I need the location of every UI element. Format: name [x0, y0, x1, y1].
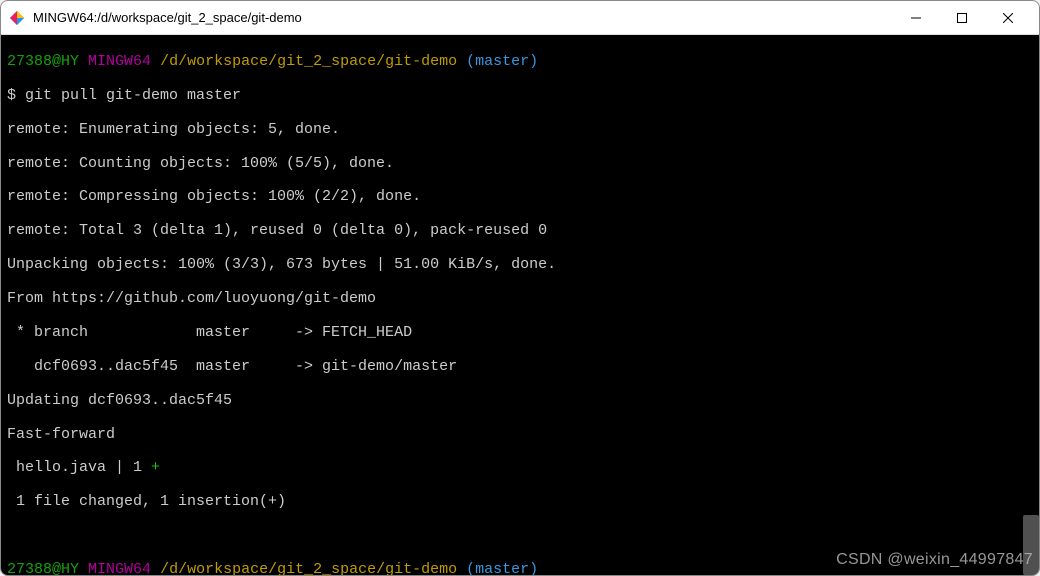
close-button[interactable]	[985, 2, 1031, 34]
diffstat-line: hello.java | 1 +	[7, 460, 1033, 477]
blank-line	[7, 528, 1033, 545]
window-title: MINGW64:/d/workspace/git_2_space/git-dem…	[33, 10, 893, 25]
terminal-output[interactable]: 27388@HY MINGW64 /d/workspace/git_2_spac…	[1, 35, 1039, 575]
output-line: Unpacking objects: 100% (3/3), 673 bytes…	[7, 257, 1033, 274]
output-line: Updating dcf0693..dac5f45	[7, 393, 1033, 410]
watermark: CSDN @weixin_44997847	[836, 551, 1033, 569]
prompt-line: 27388@HY MINGW64 /d/workspace/git_2_spac…	[7, 54, 1033, 71]
output-line: remote: Compressing objects: 100% (2/2),…	[7, 189, 1033, 206]
terminal-window: MINGW64:/d/workspace/git_2_space/git-dem…	[0, 0, 1040, 576]
diffstat-summary: 1 file changed, 1 insertion(+)	[7, 494, 1033, 511]
minimize-button[interactable]	[893, 2, 939, 34]
output-line: * branch master -> FETCH_HEAD	[7, 325, 1033, 342]
maximize-button[interactable]	[939, 2, 985, 34]
app-icon	[9, 10, 25, 26]
window-controls	[893, 2, 1031, 34]
output-line: remote: Total 3 (delta 1), reused 0 (del…	[7, 223, 1033, 240]
output-line: dcf0693..dac5f45 master -> git-demo/mast…	[7, 359, 1033, 376]
output-line: remote: Counting objects: 100% (5/5), do…	[7, 156, 1033, 173]
titlebar[interactable]: MINGW64:/d/workspace/git_2_space/git-dem…	[1, 1, 1039, 35]
output-line: From https://github.com/luoyuong/git-dem…	[7, 291, 1033, 308]
output-line: remote: Enumerating objects: 5, done.	[7, 122, 1033, 139]
output-line: Fast-forward	[7, 427, 1033, 444]
command-line: $ git pull git-demo master	[7, 88, 1033, 105]
